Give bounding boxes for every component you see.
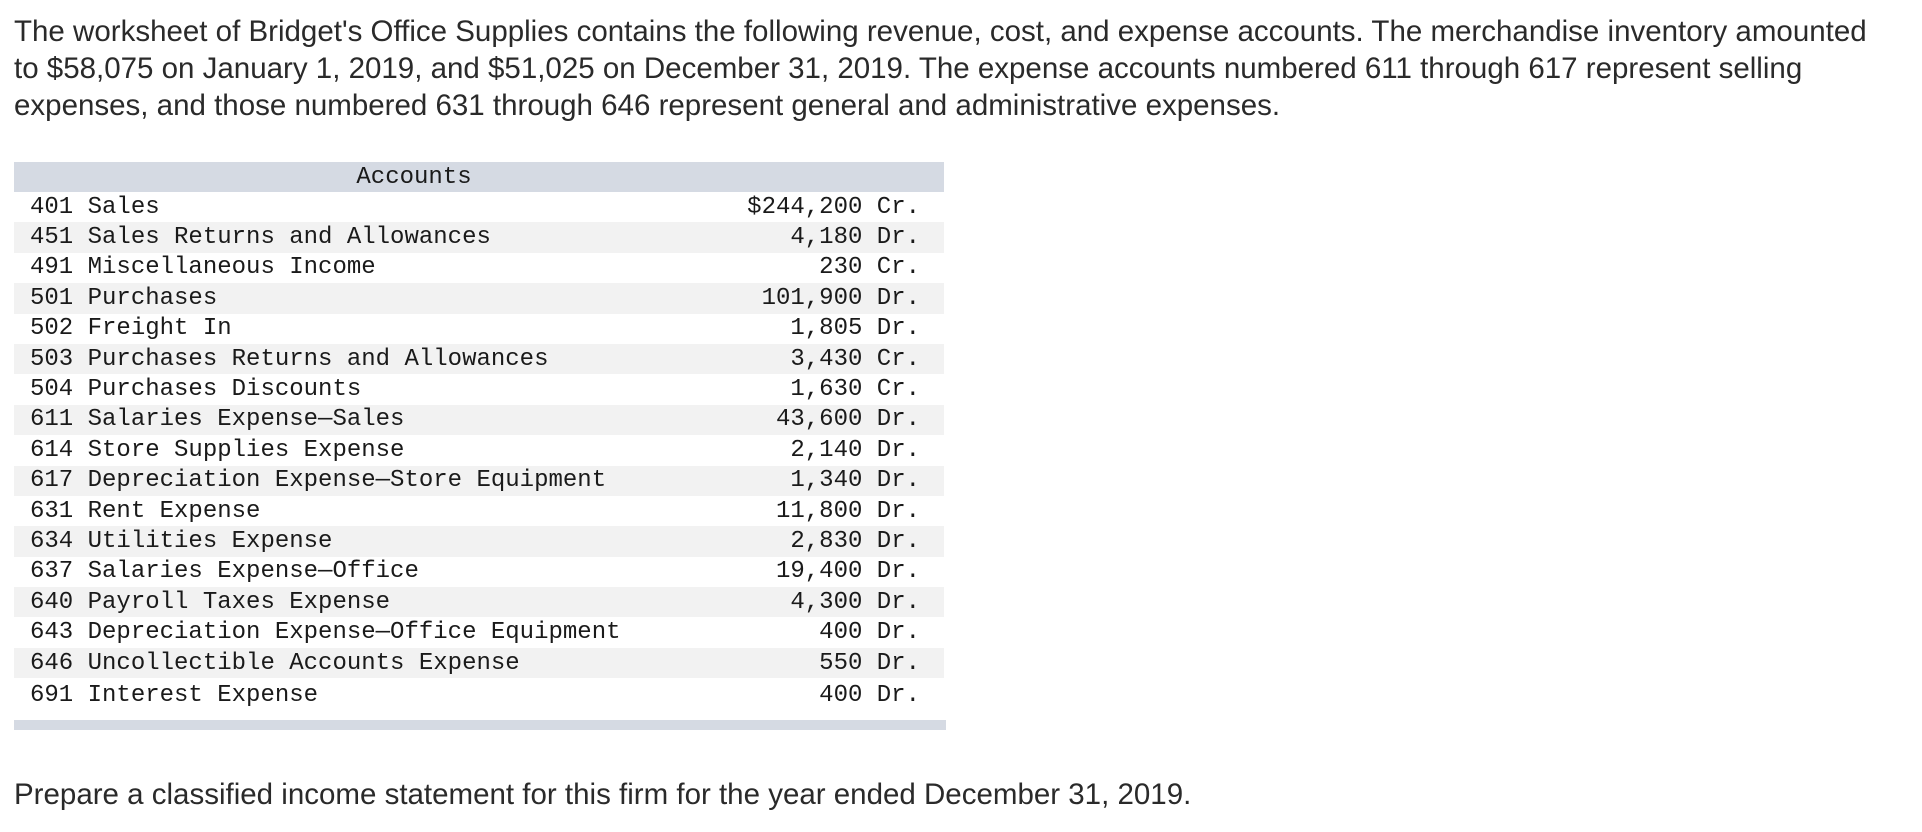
account-name: 504 Purchases Discounts bbox=[30, 376, 362, 404]
account-name: 503 Purchases Returns and Allowances bbox=[14, 343, 717, 375]
problem-intro: The worksheet of Bridget's Office Suppli… bbox=[14, 15, 1867, 122]
table-row: 611 Salaries Expense—Sales 43,600 Dr. bbox=[14, 404, 944, 436]
table-row: 501 Purchases 101,900 Dr. bbox=[14, 283, 944, 314]
account-amount: 101,900 Dr. bbox=[716, 283, 944, 314]
account-amount: 400 Dr. bbox=[819, 681, 920, 709]
table-row: 491 Miscellaneous Income 230 Cr. bbox=[14, 253, 944, 283]
account-name: 640 Payroll Taxes Expense bbox=[14, 587, 717, 618]
problem-prompt: Prepare a classified income statement fo… bbox=[14, 778, 1192, 811]
accounts-table: Accounts 401 Sales $244,200 Cr. 451 Sale… bbox=[14, 162, 944, 712]
account-amount: $244,200 Cr. bbox=[747, 193, 920, 221]
account-amount: 11,800 Dr. bbox=[775, 497, 920, 525]
accounts-header: Accounts bbox=[14, 162, 944, 192]
account-name: 617 Depreciation Expense—Store Equipment bbox=[14, 465, 717, 496]
account-amount: 4,180 Dr. bbox=[716, 222, 944, 253]
account-name: 634 Utilities Expense bbox=[14, 526, 717, 557]
table-row: 504 Purchases Discounts 1,630 Cr. bbox=[14, 374, 944, 404]
table-row: 451 Sales Returns and Allowances 4,180 D… bbox=[14, 222, 944, 253]
account-name: 502 Freight In bbox=[30, 315, 232, 343]
table-row: 503 Purchases Returns and Allowances 3,4… bbox=[14, 343, 944, 375]
table-row: 691 Interest Expense 400 Dr. bbox=[14, 678, 944, 712]
account-amount: 4,300 Dr. bbox=[716, 587, 944, 618]
account-name: 501 Purchases bbox=[14, 283, 717, 314]
table-row: 401 Sales $244,200 Cr. bbox=[14, 192, 944, 222]
table-header-row: Accounts bbox=[14, 162, 944, 192]
table-row: 640 Payroll Taxes Expense 4,300 Dr. bbox=[14, 587, 944, 618]
account-name: 637 Salaries Expense—Office bbox=[30, 558, 419, 586]
table-row: 646 Uncollectible Accounts Expense 550 D… bbox=[14, 647, 944, 679]
account-name: 491 Miscellaneous Income bbox=[30, 254, 376, 282]
account-name: 451 Sales Returns and Allowances bbox=[14, 222, 717, 253]
account-name: 614 Store Supplies Expense bbox=[30, 436, 405, 464]
account-amount: 43,600 Dr. bbox=[716, 404, 944, 436]
table-row: 631 Rent Expense 11,800 Dr. bbox=[14, 496, 944, 526]
table-row: 502 Freight In 1,805 Dr. bbox=[14, 314, 944, 344]
account-name: 691 Interest Expense bbox=[30, 681, 319, 709]
table-row: 643 Depreciation Expense—Office Equipmen… bbox=[14, 617, 944, 647]
account-amount: 1,630 Cr. bbox=[790, 376, 920, 404]
account-name: 401 Sales bbox=[30, 193, 160, 221]
account-name: 646 Uncollectible Accounts Expense bbox=[14, 647, 717, 679]
table-row: 634 Utilities Expense 2,830 Dr. bbox=[14, 526, 944, 557]
table-footer-bar bbox=[14, 720, 946, 730]
account-name: 631 Rent Expense bbox=[30, 497, 261, 525]
account-amount: 400 Dr. bbox=[819, 619, 920, 647]
account-name: 611 Salaries Expense—Sales bbox=[14, 404, 717, 436]
table-row: 614 Store Supplies Expense 2,140 Dr. bbox=[14, 435, 944, 465]
account-amount: 2,140 Dr. bbox=[790, 436, 920, 464]
account-name: 643 Depreciation Expense—Office Equipmen… bbox=[30, 619, 621, 647]
account-amount: 550 Dr. bbox=[716, 647, 944, 679]
table-row: 637 Salaries Expense—Office 19,400 Dr. bbox=[14, 557, 944, 587]
account-amount: 1,340 Dr. bbox=[716, 465, 944, 496]
account-amount: 230 Cr. bbox=[819, 254, 920, 282]
account-amount: 1,805 Dr. bbox=[790, 315, 920, 343]
account-amount: 3,430 Cr. bbox=[716, 343, 944, 375]
table-row: 617 Depreciation Expense—Store Equipment… bbox=[14, 465, 944, 496]
account-amount: 2,830 Dr. bbox=[716, 526, 944, 557]
account-amount: 19,400 Dr. bbox=[775, 558, 920, 586]
